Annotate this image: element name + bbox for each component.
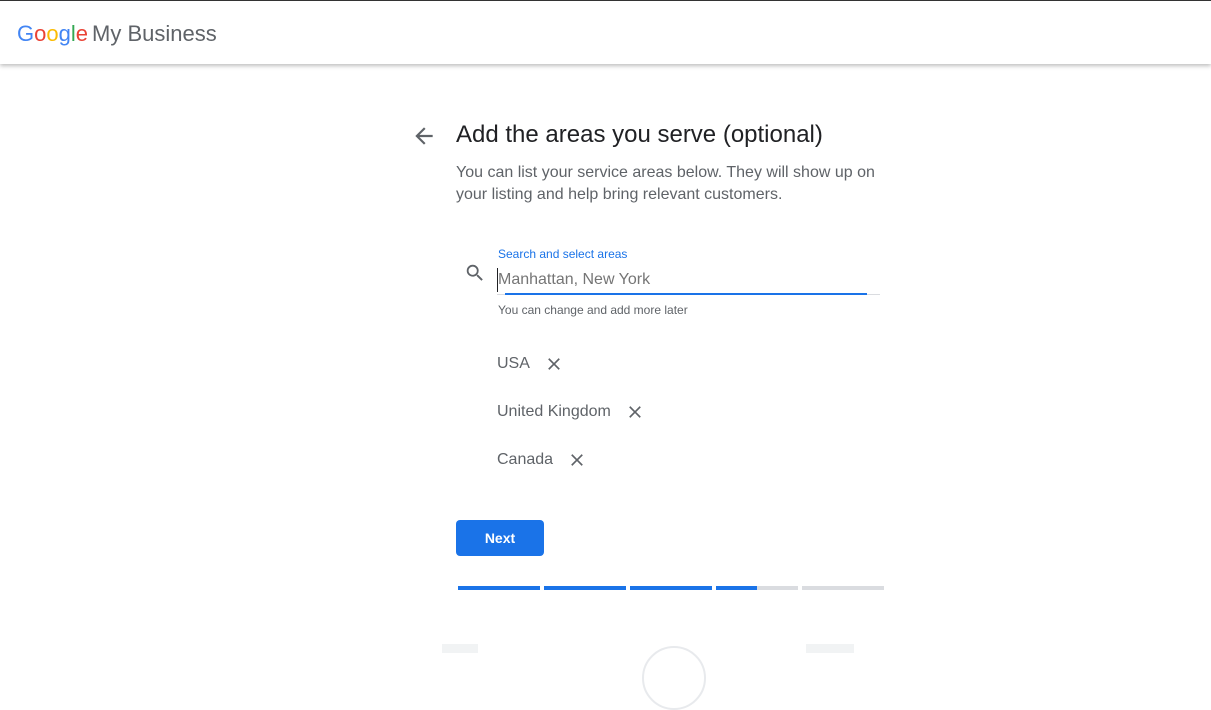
search-icon — [464, 262, 486, 284]
area-item-canada: Canada — [497, 444, 646, 476]
area-label: United Kingdom — [497, 403, 611, 420]
logo-letter: o — [34, 21, 47, 46]
progress-segment — [458, 586, 540, 590]
google-my-business-logo[interactable]: Google My Business — [17, 20, 217, 48]
remove-area-button[interactable] — [624, 401, 646, 423]
next-button[interactable]: Next — [456, 520, 544, 556]
arrow-back-icon — [415, 127, 433, 145]
logo-letter: e — [75, 21, 89, 46]
area-item-usa: USA — [497, 348, 646, 380]
logo-letter: G — [17, 21, 35, 46]
search-helper-text: You can change and add more later — [498, 303, 688, 317]
progress-segment-fill — [716, 586, 757, 590]
step-progress-bar — [458, 586, 888, 590]
progress-segment-fill — [458, 586, 540, 590]
logo-letter: o — [46, 21, 59, 46]
progress-segment — [544, 586, 626, 590]
progress-segment — [630, 586, 712, 590]
illustration-fragment — [442, 644, 478, 653]
area-label: USA — [497, 355, 530, 372]
selected-areas-list: USA United Kingdom Canada — [497, 348, 646, 492]
product-name: My Business — [92, 21, 217, 46]
illustration-fragment — [806, 644, 854, 653]
logo-letter: g — [58, 21, 71, 46]
back-button[interactable] — [411, 123, 437, 149]
progress-segment-fill — [544, 586, 626, 590]
page-subtitle: You can list your service areas below. T… — [456, 164, 875, 203]
progress-segment-fill — [630, 586, 712, 590]
page-title: Add the areas you serve (optional) — [456, 121, 823, 148]
close-icon — [548, 358, 560, 370]
progress-segment — [716, 586, 798, 590]
illustration-fragment — [642, 646, 706, 710]
close-icon — [629, 406, 641, 418]
remove-area-button[interactable] — [566, 449, 588, 471]
progress-segment — [802, 586, 884, 590]
remove-area-button[interactable] — [543, 353, 565, 375]
input-underline-focused — [505, 293, 867, 295]
top-bar: Google My Business — [0, 0, 1211, 64]
area-item-united-kingdom: United Kingdom — [497, 396, 646, 428]
service-area-search-input[interactable] — [497, 268, 868, 292]
close-icon — [571, 454, 583, 466]
search-field-label: Search and select areas — [498, 247, 628, 261]
area-label: Canada — [497, 451, 554, 468]
